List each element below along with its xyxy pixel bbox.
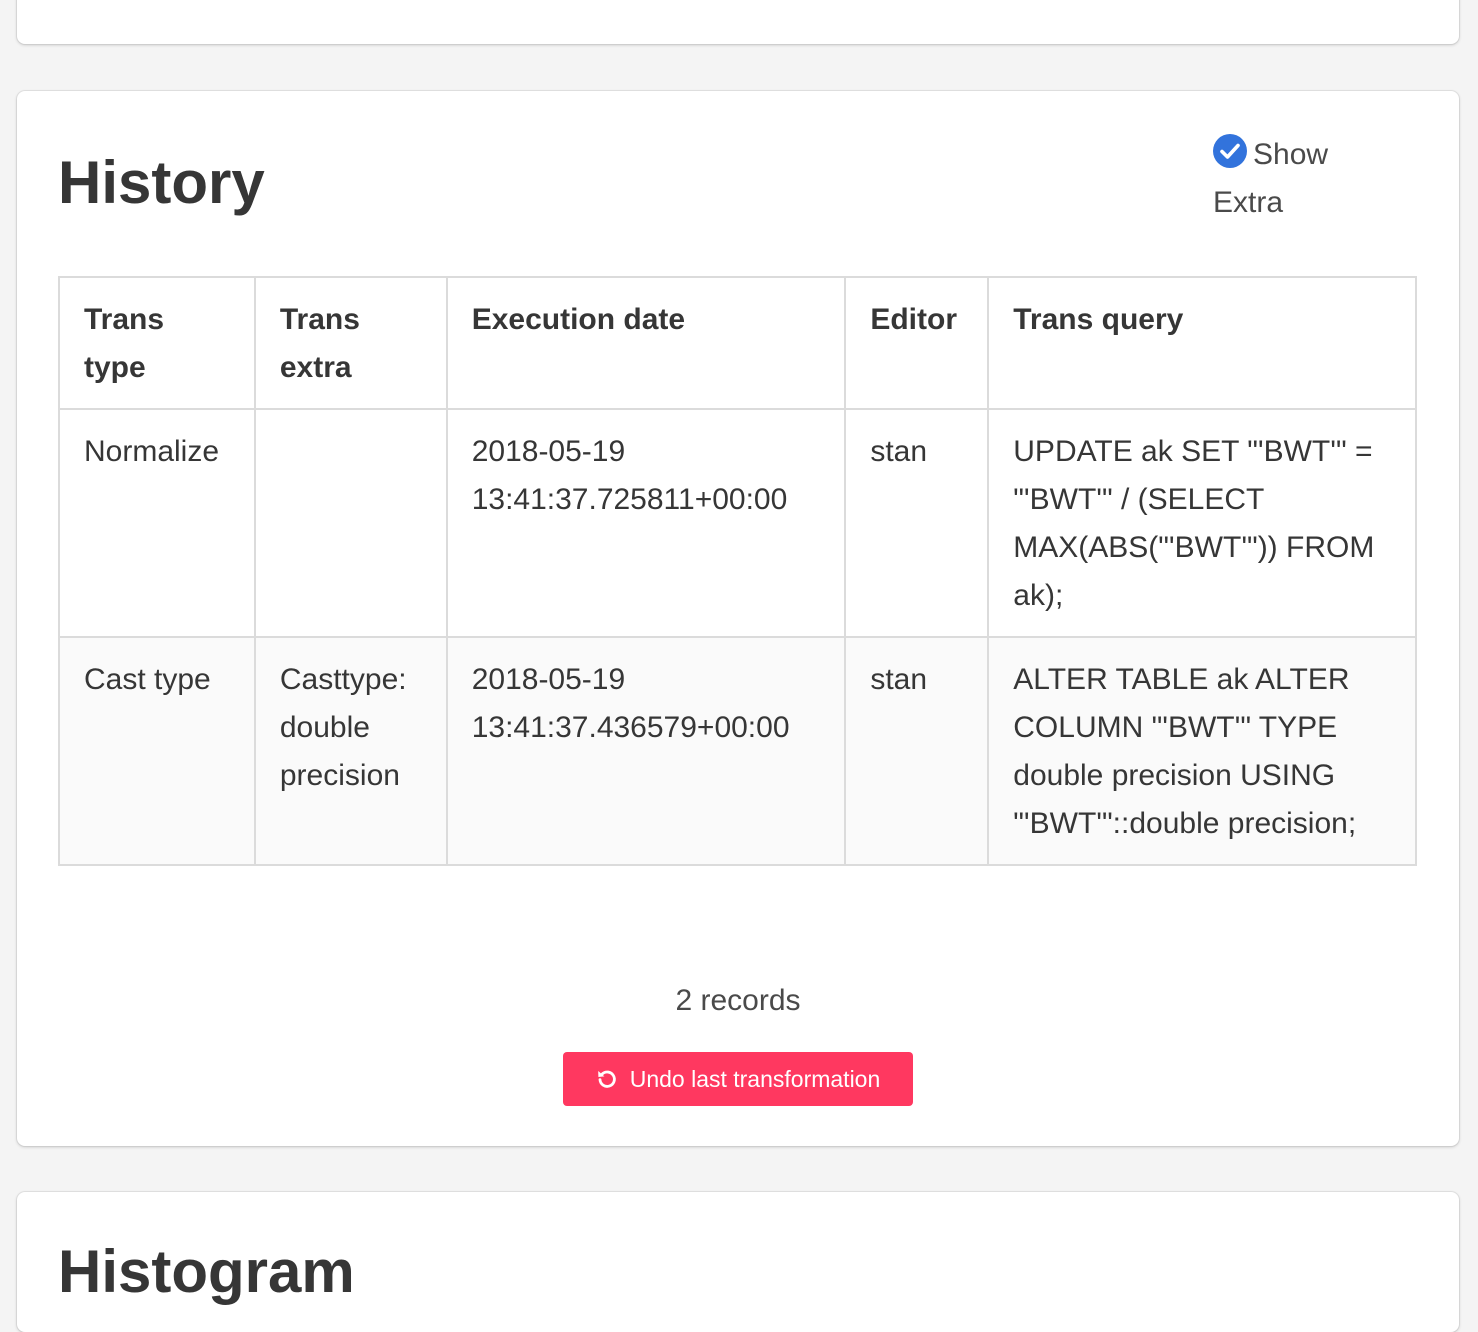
records-count: 2 records (675, 984, 801, 1017)
history-table: Trans type Trans extra Execution date Ed… (58, 276, 1417, 866)
column-header-trans-query: Trans query (987, 276, 1417, 410)
cell-trans-type: Normalize (58, 408, 256, 638)
column-header-editor: Editor (844, 276, 990, 410)
cell-execution-date: 2018-05-19 13:41:37.725811+00:00 (445, 408, 847, 638)
history-card: History Show Extra Trans type Trans extr… (17, 91, 1459, 1146)
undo-last-transformation-button[interactable]: Undo last transformation (563, 1052, 913, 1106)
column-header-execution-date: Execution date (445, 276, 847, 410)
cell-trans-query: ALTER TABLE ak ALTER COLUMN "'BWT'" TYPE… (987, 636, 1417, 866)
cell-trans-extra (253, 408, 448, 638)
cell-trans-query: UPDATE ak SET "'BWT'" = "'BWT'" / (SELEC… (987, 408, 1417, 638)
column-header-trans-type: Trans type (58, 276, 256, 410)
check-circle-icon[interactable] (1213, 134, 1247, 168)
table-row: Cast type Casttype: double precision 201… (58, 636, 1417, 866)
undo-icon (597, 1070, 616, 1088)
table-row: Normalize 2018-05-19 13:41:37.725811+00:… (58, 408, 1417, 638)
cell-execution-date: 2018-05-19 13:41:37.436579+00:00 (445, 636, 847, 866)
histogram-title: Histogram (58, 1238, 355, 1305)
table-header-row: Trans type Trans extra Execution date Ed… (58, 276, 1417, 410)
cell-trans-type: Cast type (58, 636, 256, 866)
cell-editor: stan (844, 636, 990, 866)
previous-card (17, 0, 1459, 44)
history-title: History (58, 149, 265, 216)
histogram-card: Histogram (17, 1192, 1459, 1332)
undo-button-label: Undo last transformation (629, 1065, 881, 1092)
cell-trans-extra: Casttype: double precision (253, 636, 448, 866)
column-header-trans-extra: Trans extra (253, 276, 448, 410)
show-extra-toggle[interactable]: Show Extra (1213, 131, 1363, 227)
cell-editor: stan (844, 408, 990, 638)
